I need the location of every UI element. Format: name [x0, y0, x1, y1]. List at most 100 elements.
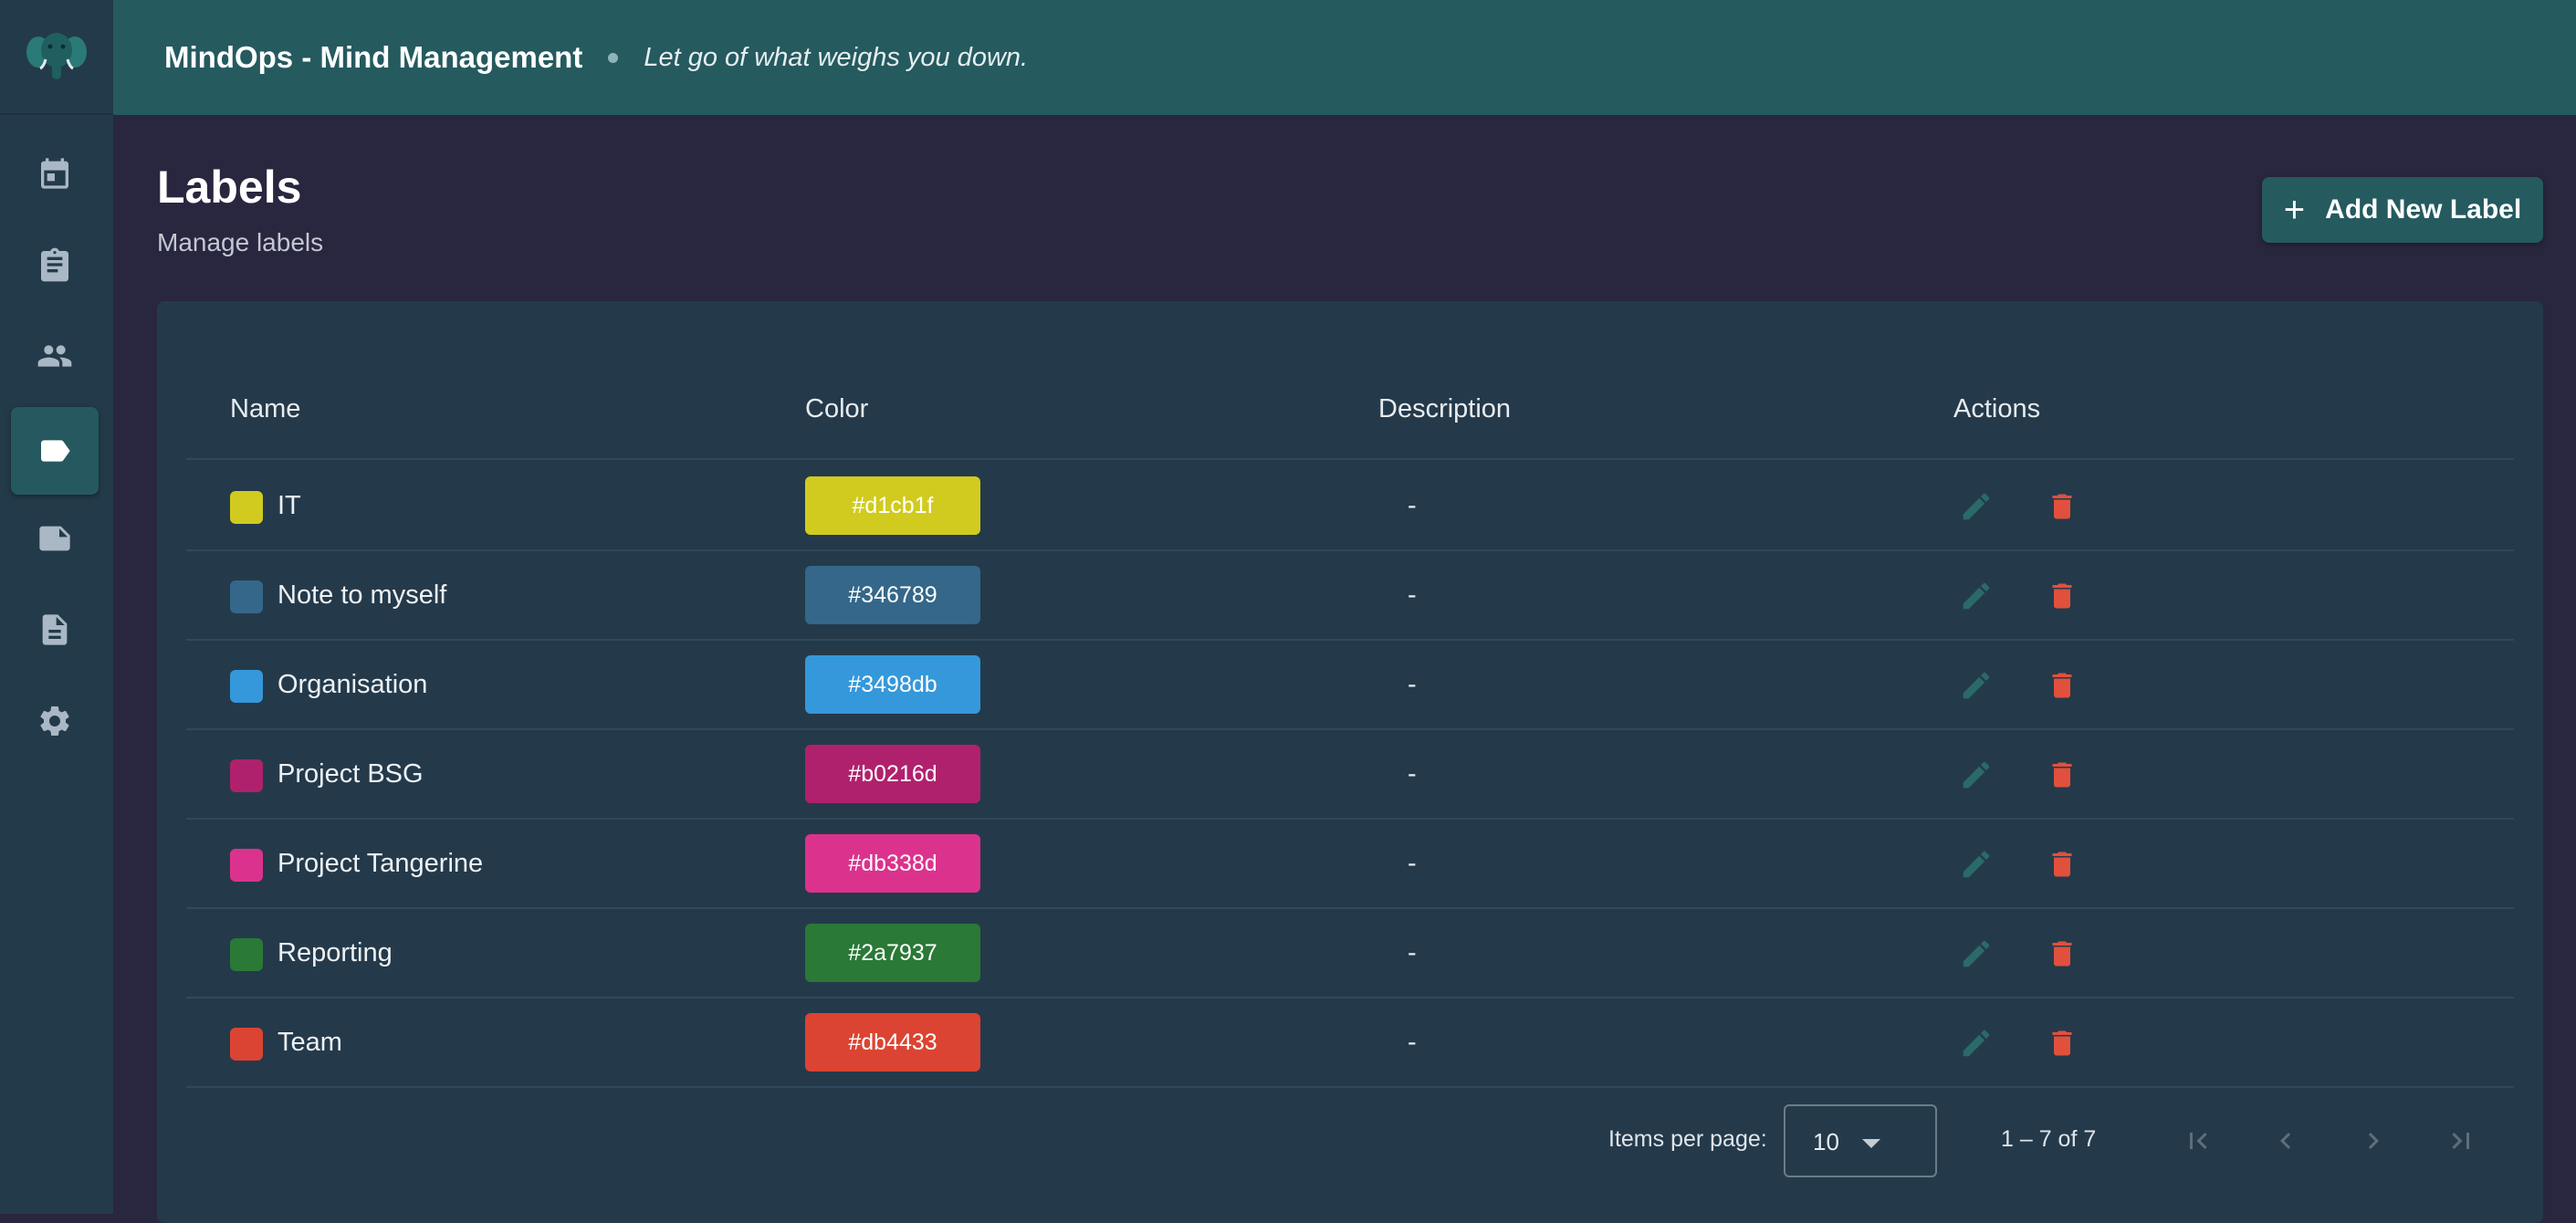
- label-name: Project Tangerine: [277, 849, 484, 878]
- edit-label-button[interactable]: [1955, 933, 1997, 975]
- label-name: Team: [277, 1028, 342, 1057]
- trash-icon: [2052, 941, 2072, 967]
- chevron-left-icon: [2280, 1133, 2291, 1149]
- table-row: Note to myself #346789 -: [186, 551, 2514, 641]
- delete-label-button[interactable]: [2041, 1022, 2083, 1064]
- color-hex-chip: #b0216d: [805, 745, 980, 803]
- items-per-page-label: Items per page:: [1608, 1126, 1767, 1152]
- column-header-color[interactable]: Color: [805, 394, 868, 424]
- top-bar: MindOps - Mind Management Let go of what…: [113, 0, 2576, 115]
- column-header-description[interactable]: Description: [1378, 394, 1511, 424]
- table-row: Project BSG #b0216d -: [186, 730, 2514, 820]
- label-color-swatch: [230, 670, 263, 703]
- color-hex-chip: #d1cb1f: [805, 476, 980, 535]
- logo[interactable]: [0, 0, 113, 115]
- plus-icon: +: [2283, 190, 2306, 230]
- column-header-name[interactable]: Name: [230, 394, 300, 424]
- label-description: -: [1408, 670, 1417, 699]
- calendar-icon: [41, 158, 68, 189]
- edit-icon: [1963, 493, 1990, 520]
- label-color-swatch: [230, 1028, 263, 1061]
- edit-icon: [1963, 1030, 1990, 1057]
- table-row: Project Tangerine #db338d -: [186, 820, 2514, 909]
- label-description: -: [1408, 849, 1417, 878]
- edit-label-button[interactable]: [1955, 843, 1997, 885]
- color-hex-chip: #3498db: [805, 655, 980, 714]
- color-hex-chip: #2a7937: [805, 924, 980, 982]
- delete-label-button[interactable]: [2041, 575, 2083, 617]
- column-header-actions: Actions: [1953, 394, 2041, 423]
- sidebar: [0, 0, 113, 1214]
- label-color-swatch: [230, 580, 263, 613]
- label-name: IT: [277, 491, 301, 520]
- next-page-button[interactable]: [2351, 1119, 2395, 1163]
- page-title: Labels: [157, 162, 302, 213]
- label-description: -: [1408, 759, 1417, 789]
- edit-label-button[interactable]: [1955, 575, 1997, 617]
- sidebar-item-notes[interactable]: [11, 495, 99, 582]
- sidebar-item-calendar[interactable]: [11, 130, 99, 217]
- edit-icon: [1963, 761, 1990, 789]
- note-icon: [39, 526, 70, 551]
- app-tagline: Let go of what weighs you down.: [644, 42, 1029, 72]
- document-icon: [42, 614, 68, 645]
- sidebar-item-tasks[interactable]: [11, 221, 99, 308]
- label-description: -: [1408, 1028, 1417, 1057]
- table-row: Reporting #2a7937 -: [186, 909, 2514, 998]
- trash-icon: [2052, 673, 2072, 698]
- label-description: -: [1408, 491, 1417, 520]
- delete-label-button[interactable]: [2041, 843, 2083, 885]
- page-size-select[interactable]: 10: [1784, 1104, 1937, 1177]
- sidebar-item-documents[interactable]: [11, 586, 99, 674]
- page-subtitle: Manage labels: [157, 228, 324, 256]
- trash-icon: [2052, 583, 2072, 609]
- separator-dot: [608, 52, 619, 63]
- label-color-swatch: [230, 849, 263, 882]
- label-name: Organisation: [277, 670, 428, 699]
- delete-label-button[interactable]: [2041, 754, 2083, 796]
- label-color-swatch: [230, 491, 263, 524]
- sidebar-item-settings[interactable]: [11, 677, 99, 765]
- color-hex-chip: #db4433: [805, 1013, 980, 1071]
- last-page-icon: [2452, 1133, 2469, 1149]
- first-page-icon: [2190, 1133, 2207, 1149]
- delete-label-button[interactable]: [2041, 664, 2083, 706]
- label-color-swatch: [230, 759, 263, 792]
- label-name: Note to myself: [277, 580, 447, 610]
- label-description: -: [1408, 938, 1417, 967]
- labels-table-card: Name Color Description Actions IT #d1cb1f…: [157, 301, 2543, 1223]
- label-color-swatch: [230, 938, 263, 971]
- color-hex-chip: #346789: [805, 566, 980, 624]
- edit-icon: [1963, 940, 1990, 967]
- trash-icon: [2052, 852, 2072, 877]
- edit-icon: [1963, 672, 1990, 699]
- sidebar-item-people[interactable]: [11, 312, 99, 400]
- table-row: Organisation #3498db -: [186, 641, 2514, 730]
- delete-label-button[interactable]: [2041, 486, 2083, 528]
- add-new-label-label: Add New Label: [2325, 194, 2522, 225]
- edit-label-button[interactable]: [1955, 664, 1997, 706]
- page-range-label: 1 – 7 of 7: [2001, 1126, 2097, 1152]
- edit-label-button[interactable]: [1955, 754, 1997, 796]
- add-new-label-button[interactable]: + Add New Label: [2262, 177, 2543, 243]
- label-description: -: [1408, 580, 1417, 610]
- delete-label-button[interactable]: [2041, 933, 2083, 975]
- label-name: Project BSG: [277, 759, 424, 789]
- chevron-right-icon: [2368, 1133, 2379, 1149]
- table-header: [186, 374, 2514, 460]
- last-page-button[interactable]: [2439, 1119, 2483, 1163]
- edit-icon: [1963, 851, 1990, 878]
- edit-icon: [1963, 582, 1990, 610]
- chevron-down-icon: [1862, 1139, 1880, 1148]
- sidebar-item-labels[interactable]: [11, 407, 99, 495]
- table-row: IT #d1cb1f -: [186, 462, 2514, 551]
- previous-page-button[interactable]: [2264, 1119, 2308, 1163]
- edit-label-button[interactable]: [1955, 486, 1997, 528]
- app-title: MindOps - Mind Management: [164, 40, 583, 74]
- label-name: Reporting: [277, 938, 393, 967]
- label-icon: [41, 440, 70, 462]
- edit-label-button[interactable]: [1955, 1022, 1997, 1064]
- color-hex-chip: #db338d: [805, 834, 980, 893]
- trash-icon: [2052, 762, 2072, 788]
- first-page-button[interactable]: [2176, 1119, 2220, 1163]
